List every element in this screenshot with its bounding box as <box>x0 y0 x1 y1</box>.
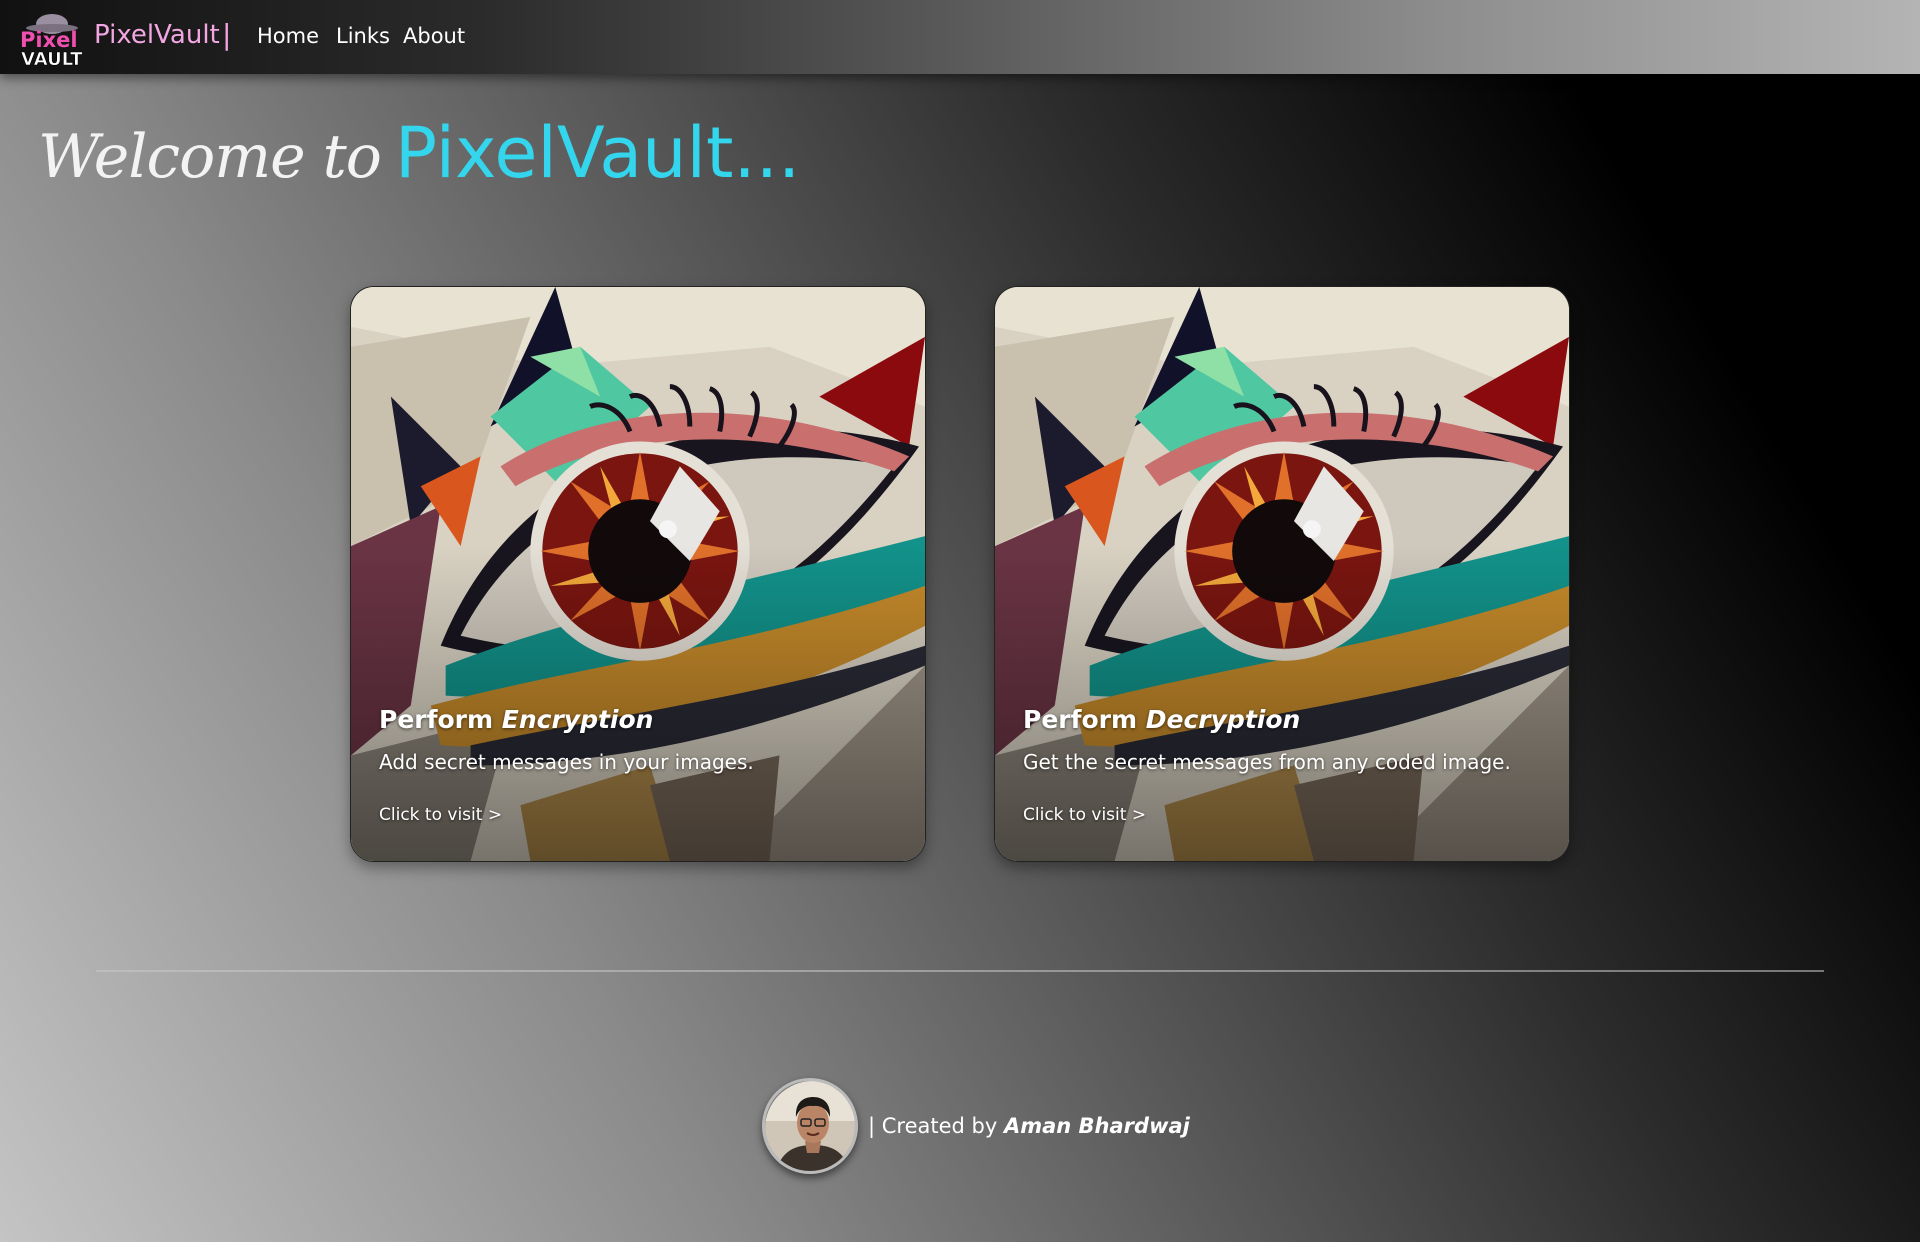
brand-name[interactable]: PixelVault <box>94 20 220 50</box>
card-title-emphasis: Decryption <box>1145 705 1301 734</box>
hero-welcome-text: Welcome to <box>38 122 382 192</box>
decryption-card-visit-link[interactable]: Click to visit > <box>1023 805 1146 825</box>
encryption-card-title: Perform Encryption <box>379 705 653 734</box>
decryption-card[interactable]: Perform Decryption Get the secret messag… <box>994 286 1570 862</box>
logo-text-bottom: VAULT <box>21 49 82 68</box>
card-title-emphasis: Encryption <box>501 705 654 734</box>
brand-separator: | <box>222 18 232 51</box>
encryption-card[interactable]: Perform Encryption Add secret messages i… <box>350 286 926 862</box>
card-overlay <box>995 287 1569 861</box>
card-overlay <box>351 287 925 861</box>
nav-home-link[interactable]: Home <box>257 24 319 48</box>
decryption-card-description: Get the secret messages from any coded i… <box>1023 750 1511 774</box>
card-title-prefix: Perform <box>379 705 494 734</box>
card-title-prefix: Perform <box>1023 705 1138 734</box>
decryption-card-title: Perform Decryption <box>1023 705 1300 734</box>
hero-brand-text: PixelVault... <box>394 112 801 194</box>
author-avatar <box>762 1078 858 1174</box>
encryption-card-description: Add secret messages in your images. <box>379 750 754 774</box>
nav-about-link[interactable]: About <box>403 24 465 48</box>
encryption-card-visit-link[interactable]: Click to visit > <box>379 805 502 825</box>
section-divider <box>96 970 1824 972</box>
footer-author-name: Aman Bhardwaj <box>1003 1114 1190 1138</box>
navbar: Pixel VAULT PixelVault | Home Links Abou… <box>0 0 1920 74</box>
pixelvault-logo[interactable]: Pixel VAULT <box>18 10 83 70</box>
footer: | Created by Aman Bhardwaj <box>762 1078 1190 1174</box>
footer-credit: | Created by Aman Bhardwaj <box>868 1114 1190 1138</box>
hero-heading: Welcome to PixelVault... <box>38 112 800 194</box>
footer-credit-prefix: | Created by <box>868 1114 998 1138</box>
nav-links-link[interactable]: Links <box>336 24 390 48</box>
